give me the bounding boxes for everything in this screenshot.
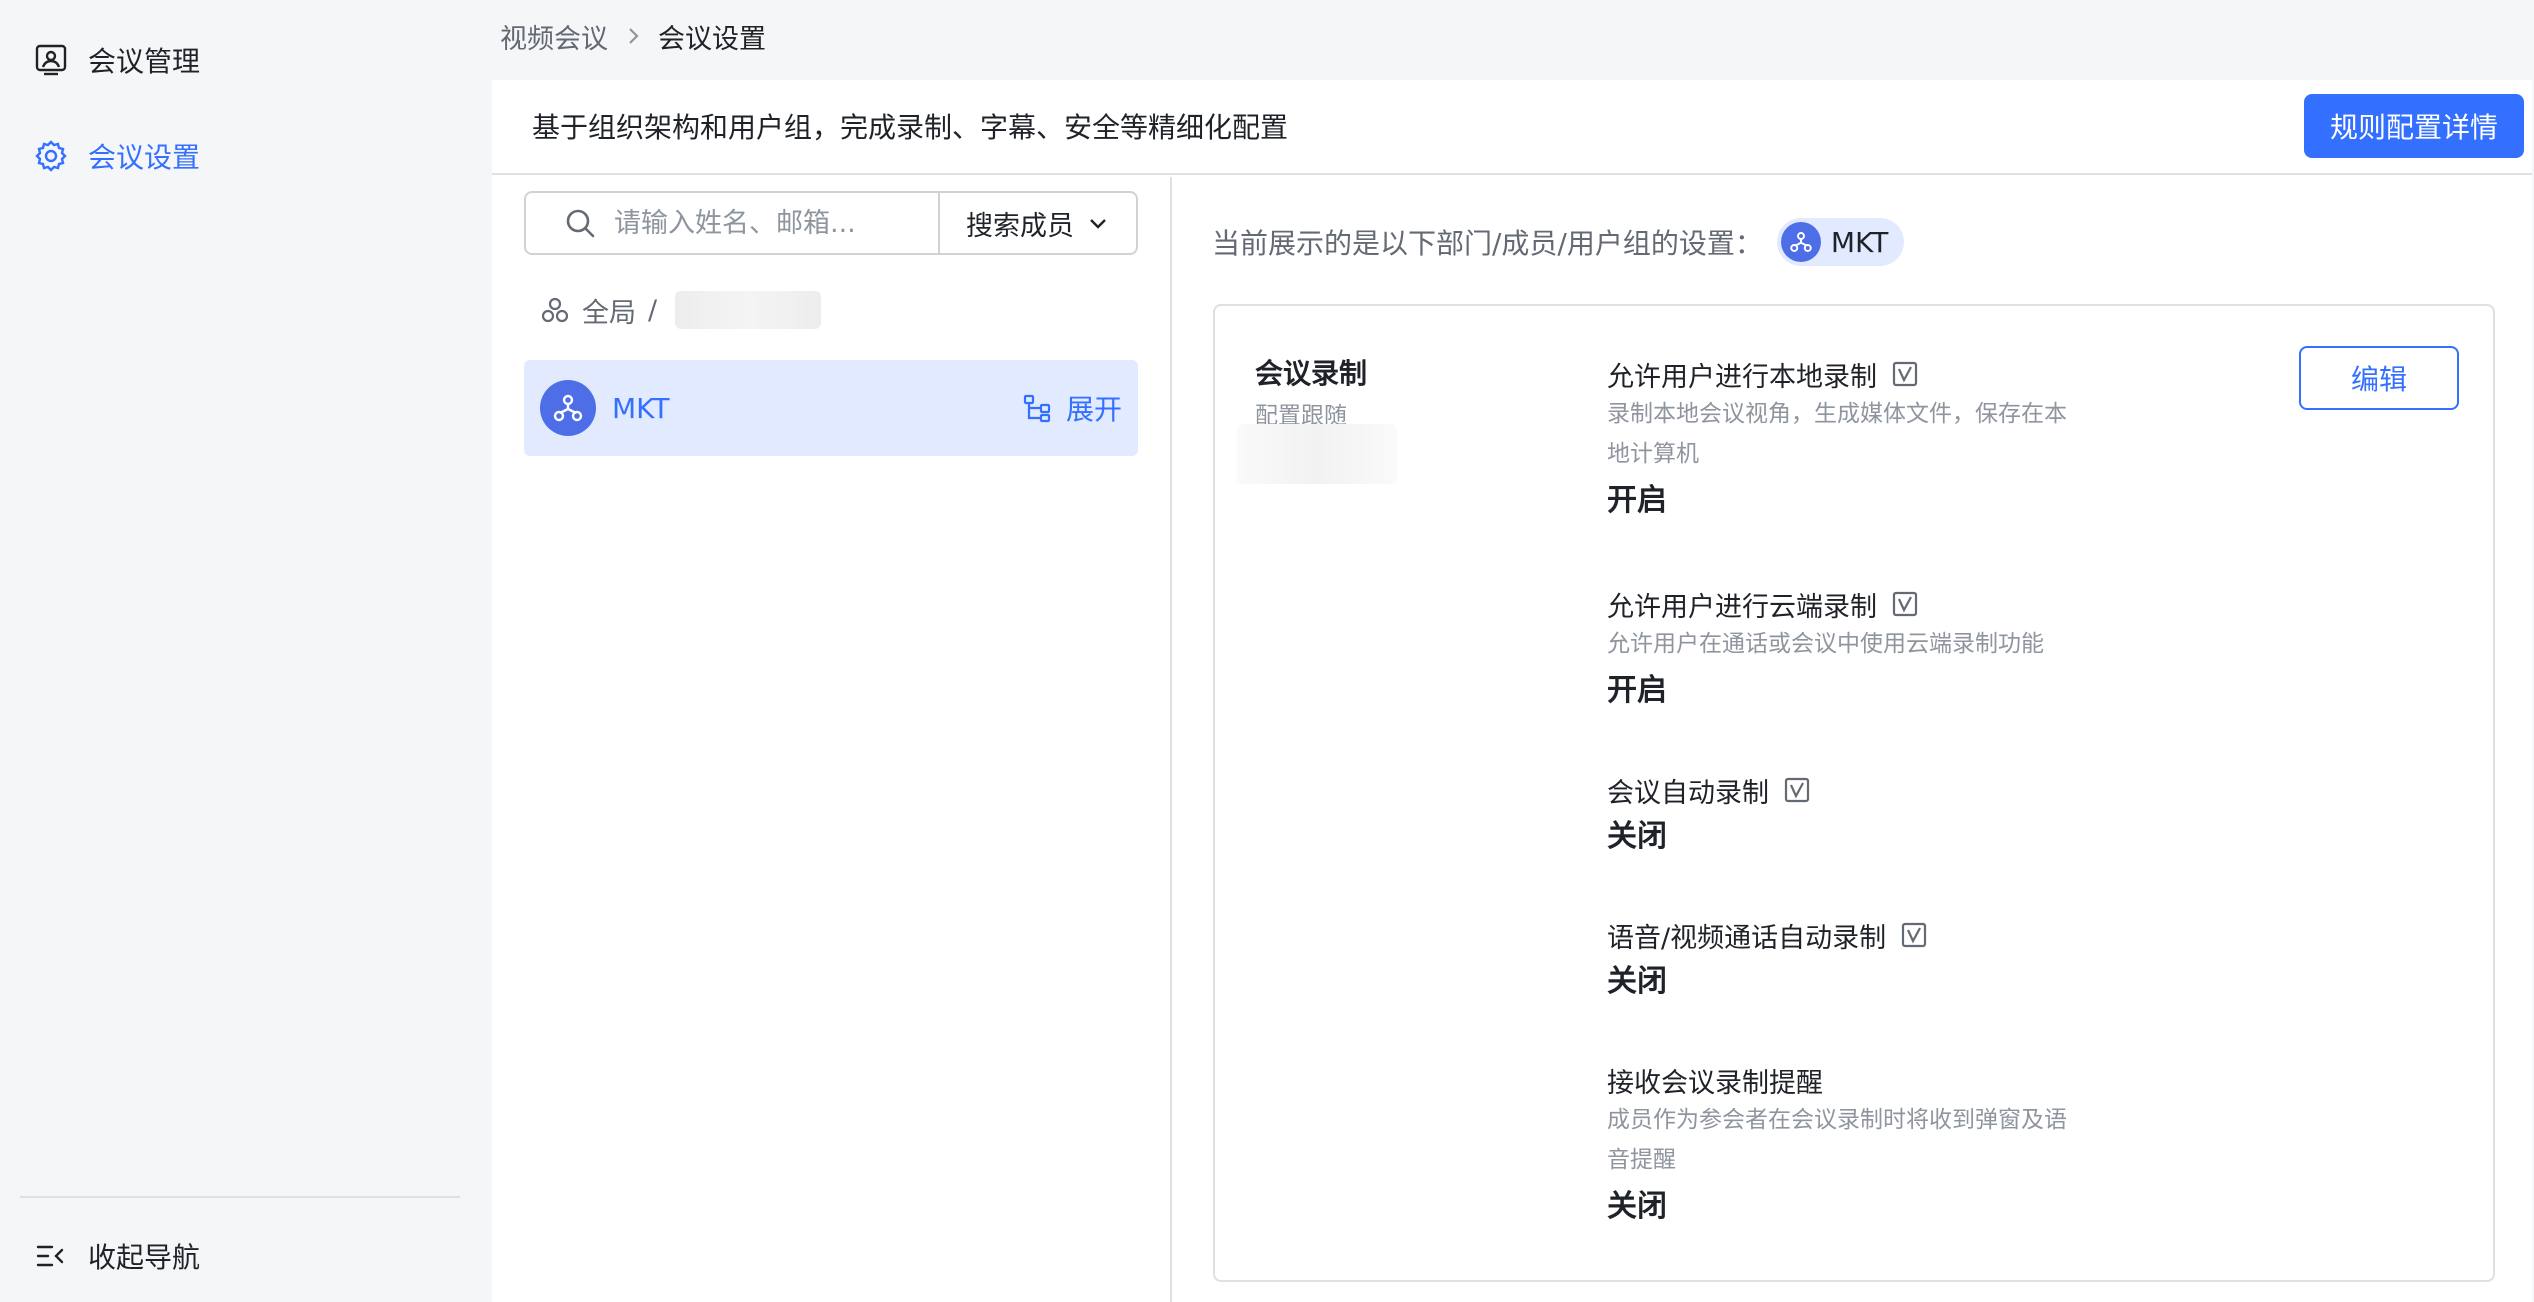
rules-detail-button[interactable]: 规则配置详情 (2303, 94, 2524, 158)
breadcrumb: 视频会议 会议设置 (500, 14, 766, 58)
redacted-segment (675, 291, 822, 329)
sidebar: 会议管理 会议设置 收起导航 (0, 0, 490, 1302)
setting-local-recording: 允许用户进行本地录制 录制本地会议视角，生成媒体文件，保存在本地计算机 开启 (1607, 354, 2107, 524)
collapse-nav-icon (36, 1245, 64, 1267)
recording-settings-card: 会议录制 配置跟随 编辑 允许用户进行本地录制 录制本地会议视角，生成媒体文件，… (1213, 304, 2495, 1282)
collapse-nav-label: 收起导航 (88, 1241, 201, 1274)
org-structure-icon (553, 394, 583, 422)
department-avatar (540, 380, 596, 436)
section-title: 会议录制 (1255, 357, 1368, 390)
sidebar-item-meeting-settings[interactable]: 会议设置 (34, 126, 464, 186)
setting-value: 开启 (1607, 483, 1667, 518)
setting-description: 允许用户在通话或会议中使用云端录制功能 (1607, 631, 2044, 657)
department-name: MKT (612, 391, 670, 425)
search-scope-label: 搜索成员 (966, 210, 1074, 242)
tree-root-link[interactable]: 全局 (582, 291, 636, 330)
setting-value: 关闭 (1607, 819, 1667, 854)
setting-name-row: 允许用户进行云端录制 (1607, 584, 2107, 624)
search-icon (566, 209, 595, 238)
setting-recording-reminder: 接收会议录制提醒 成员作为参会者在会议录制时将收到弹窗及语音提醒 关闭 (1607, 1060, 2107, 1230)
search-field (526, 193, 940, 253)
org-root-icon (541, 297, 569, 323)
breadcrumb-current: 会议设置 (658, 23, 766, 55)
setting-value: 关闭 (1607, 1189, 1667, 1224)
checkbox-check-icon[interactable] (1900, 921, 1928, 949)
gear-icon (35, 140, 67, 172)
chip-avatar (1780, 222, 1821, 262)
sidebar-item-label: 会议设置 (88, 141, 201, 174)
sidebar-item-meeting-management[interactable]: 会议管理 (34, 30, 464, 90)
search-input[interactable] (614, 207, 914, 239)
setting-name: 接收会议录制提醒 (1607, 1067, 1823, 1099)
expand-department-button[interactable]: 展开 (1022, 388, 1122, 428)
setting-description: 录制本地会议视角，生成媒体文件，保存在本地计算机 (1607, 401, 2067, 467)
sidebar-divider (20, 1196, 460, 1198)
setting-description: 成员作为参会者在会议录制时将收到弹窗及语音提醒 (1607, 1107, 2067, 1173)
checkbox-check-icon[interactable] (1783, 776, 1811, 804)
setting-cloud-recording: 允许用户进行云端录制 允许用户在通话或会议中使用云端录制功能 开启 (1607, 584, 2107, 714)
scope-chip-label: MKT (1830, 225, 1889, 259)
setting-auto-call-recording: 语音/视频通话自动录制 关闭 (1607, 915, 2107, 1005)
tree-separator: / (648, 294, 658, 326)
description-bar: 基于组织架构和用户组，完成录制、字幕、安全等精细化配置 规则配置详情 (492, 80, 2532, 175)
search-scope-dropdown[interactable]: 搜索成员 (940, 193, 1136, 253)
org-tree-panel (492, 177, 1172, 1302)
meeting-manage-icon (35, 44, 67, 76)
setting-name: 允许用户进行云端录制 (1607, 591, 1877, 623)
settings-scope: 当前展示的是以下部门/成员/用户组的设置： MKT (1212, 218, 1905, 266)
breadcrumb-parent-link[interactable]: 视频会议 (500, 17, 608, 56)
setting-auto-meeting-recording: 会议自动录制 关闭 (1607, 770, 2107, 860)
sidebar-item-label: 会议管理 (88, 45, 201, 78)
tree-expand-icon (1023, 394, 1051, 423)
redacted-segment (1237, 424, 1397, 484)
department-row-selected[interactable]: MKT 展开 (524, 360, 1138, 456)
scope-chip: MKT (1776, 218, 1905, 266)
setting-value: 关闭 (1607, 964, 1667, 999)
member-search: 搜索成员 (524, 191, 1138, 255)
main-panel: 基于组织架构和用户组，完成录制、字幕、安全等精细化配置 规则配置详情 搜索成员 … (492, 80, 2532, 1302)
scope-label: 当前展示的是以下部门/成员/用户组的设置： (1212, 227, 1763, 260)
setting-name: 语音/视频通话自动录制 (1607, 922, 1887, 954)
setting-name-row: 会议自动录制 (1607, 770, 2107, 810)
collapse-nav-button[interactable]: 收起导航 (34, 1226, 464, 1286)
setting-value: 开启 (1607, 673, 1667, 708)
edit-button[interactable]: 编辑 (2299, 346, 2459, 410)
setting-name-row: 语音/视频通话自动录制 (1607, 915, 2107, 955)
page-description: 基于组织架构和用户组，完成录制、字幕、安全等精细化配置 (532, 111, 1289, 144)
checkbox-check-icon[interactable] (1891, 360, 1919, 388)
chevron-down-icon (1090, 219, 1106, 229)
setting-name-row: 接收会议录制提醒 (1607, 1060, 2107, 1100)
setting-name: 会议自动录制 (1607, 777, 1769, 809)
checkbox-check-icon[interactable] (1891, 590, 1919, 618)
org-structure-icon (1790, 232, 1812, 252)
chevron-right-icon (629, 28, 639, 44)
setting-name-row: 允许用户进行本地录制 (1607, 354, 2107, 394)
expand-label: 展开 (1065, 393, 1122, 426)
tree-breadcrumb: 全局 / (540, 290, 822, 330)
setting-name: 允许用户进行本地录制 (1607, 361, 1877, 393)
